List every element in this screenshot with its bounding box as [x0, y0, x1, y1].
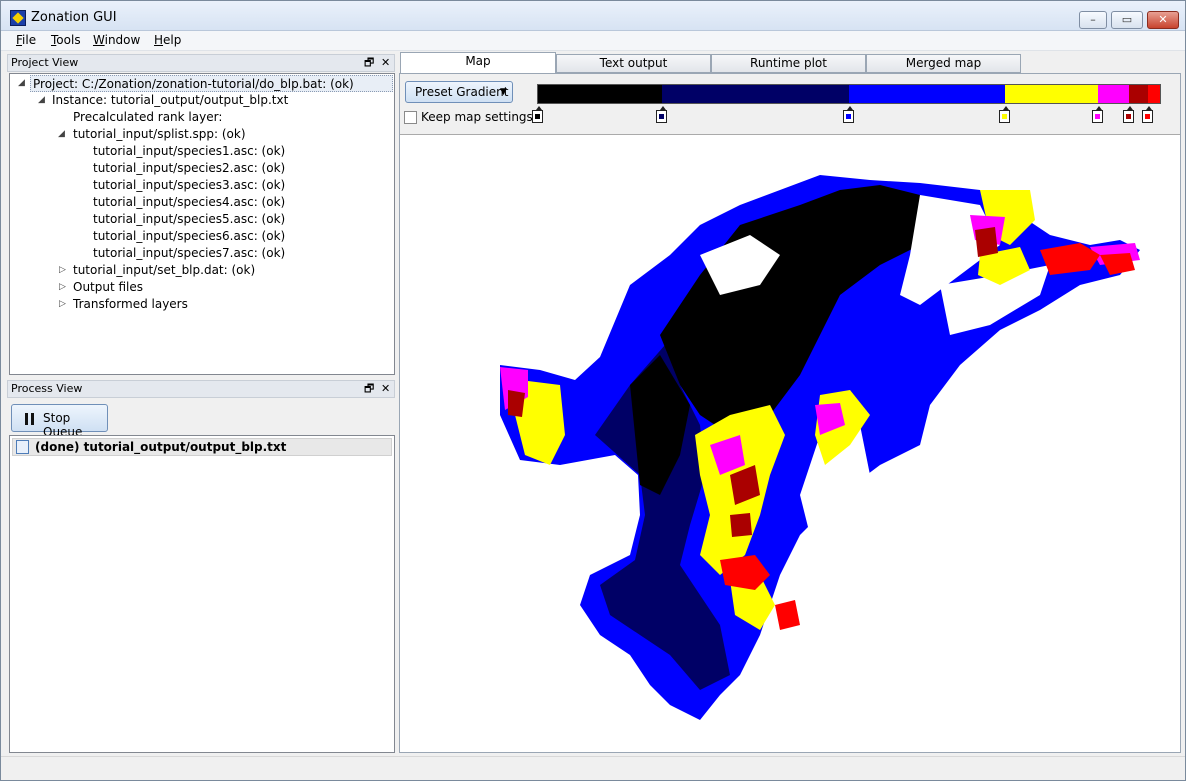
window-title: Zonation GUI	[31, 10, 117, 25]
gradient-segment	[662, 85, 849, 103]
gradient-stop-swatch	[1125, 114, 1131, 119]
gradient-segment	[1004, 85, 1098, 103]
keep-map-settings-checkbox[interactable]	[404, 111, 417, 124]
process-view-title: Process View	[11, 382, 83, 395]
map-region-darkred	[975, 227, 998, 257]
maximize-button[interactable]: ▭	[1111, 11, 1143, 29]
gradient-stop-swatch	[1001, 114, 1007, 119]
tree-item-species[interactable]: tutorial_input/species7.asc: (ok)	[93, 245, 285, 262]
app-window: Zonation GUI – ▭ ✕ File Tools Window Hel…	[0, 0, 1186, 781]
process-view-float-icon[interactable]: 🗗	[364, 381, 374, 397]
gradient-segment	[1147, 85, 1160, 103]
tab-text-output[interactable]: Text output	[556, 54, 711, 73]
process-view-close-icon[interactable]: ✕	[381, 381, 390, 397]
preset-gradient-button[interactable]: Preset Gradient ▼	[405, 81, 513, 103]
preset-gradient-label: Preset Gradient	[415, 85, 509, 99]
queue-item-label: (done) tutorial_output/output_blp.txt	[35, 440, 287, 454]
collapsed-arrow-icon[interactable]: ▷	[59, 296, 66, 313]
gradient-stop-handle[interactable]	[1122, 106, 1134, 123]
tab-merged-map[interactable]: Merged map	[866, 54, 1021, 73]
map-canvas[interactable]	[400, 134, 1180, 752]
expanded-arrow-icon[interactable]: ◢	[38, 92, 45, 109]
status-bar	[1, 756, 1185, 780]
gradient-stop-swatch	[1094, 114, 1100, 119]
process-view-header: Process View 🗗 ✕	[7, 380, 395, 398]
tree-item-species[interactable]: tutorial_input/species6.asc: (ok)	[93, 228, 285, 245]
rank-map-image	[500, 175, 1140, 720]
pause-icon	[25, 413, 28, 425]
project-view-float-icon[interactable]: 🗗	[364, 55, 374, 71]
queue-item[interactable]: (done) tutorial_output/output_blp.txt	[12, 438, 392, 456]
zonation-logo-icon	[10, 10, 26, 26]
collapsed-arrow-icon[interactable]: ▷	[59, 262, 66, 279]
gradient-stop-handle[interactable]	[532, 106, 543, 123]
color-gradient-bar[interactable]	[537, 84, 1161, 104]
tree-item-species[interactable]: tutorial_input/species2.asc: (ok)	[93, 160, 285, 177]
menu-tools[interactable]: Tools	[51, 33, 81, 47]
tree-item-project[interactable]: Project: C:/Zonation/zonation-tutorial/d…	[30, 75, 393, 92]
gradient-stop-swatch	[1144, 114, 1150, 119]
tree-item-splist[interactable]: tutorial_input/splist.spp: (ok)	[73, 126, 246, 143]
keep-map-settings-label: Keep map settings	[421, 110, 533, 124]
menu-help[interactable]: Help	[154, 33, 181, 47]
gradient-stop-handle[interactable]	[1141, 106, 1153, 123]
tab-runtime-plot[interactable]: Runtime plot	[711, 54, 866, 73]
map-region-darkred	[730, 513, 752, 537]
tree-item-species[interactable]: tutorial_input/species3.asc: (ok)	[93, 177, 285, 194]
gradient-stop-swatch	[846, 114, 851, 119]
expanded-arrow-icon[interactable]: ◢	[18, 75, 25, 92]
tab-map[interactable]: Map	[400, 52, 556, 74]
menu-file-label: ile	[22, 33, 37, 47]
map-region-darkred	[508, 390, 525, 417]
menu-window-accel: W	[93, 33, 105, 47]
minimize-button[interactable]: –	[1079, 11, 1107, 29]
gradient-stop-handle[interactable]	[998, 106, 1010, 123]
gradient-stop-handle[interactable]	[656, 106, 668, 123]
tree-item-set-file[interactable]: tutorial_input/set_blp.dat: (ok)	[73, 262, 255, 279]
project-view-header: Project View 🗗 ✕	[7, 54, 395, 72]
gradient-segment	[1128, 85, 1148, 103]
pause-icon-bar	[31, 413, 34, 425]
document-icon	[16, 440, 29, 454]
tree-item-transformed[interactable]: Transformed layers	[73, 296, 188, 313]
collapsed-arrow-icon[interactable]: ▷	[59, 279, 66, 296]
tree-item-species[interactable]: tutorial_input/species1.asc: (ok)	[93, 143, 285, 160]
tree-item-instance[interactable]: Instance: tutorial_output/output_blp.txt	[52, 92, 288, 109]
stop-queue-button[interactable]: Stop Queue	[11, 404, 108, 439]
process-queue-list	[9, 435, 395, 753]
title-bar: Zonation GUI – ▭ ✕	[1, 1, 1185, 31]
gradient-segment	[849, 85, 1005, 103]
gradient-stop-handle[interactable]	[843, 106, 854, 123]
menu-tools-label: ools	[56, 33, 81, 47]
project-view-title: Project View	[11, 56, 79, 69]
project-view-close-icon[interactable]: ✕	[381, 55, 390, 71]
gradient-stop-handle[interactable]	[1091, 106, 1103, 123]
menu-window-label: indow	[104, 33, 141, 47]
menu-file[interactable]: File	[16, 33, 36, 47]
tree-item-output-files[interactable]: Output files	[73, 279, 143, 296]
tree-item-project-label: Project: C:/Zonation/zonation-tutorial/d…	[33, 77, 354, 91]
tree-item-species[interactable]: tutorial_input/species5.asc: (ok)	[93, 211, 285, 228]
dropdown-arrow-icon: ▼	[500, 87, 507, 97]
close-window-button[interactable]: ✕	[1147, 11, 1179, 29]
gradient-segment	[1097, 85, 1129, 103]
gradient-segment	[538, 85, 663, 103]
gradient-stop-swatch	[659, 114, 665, 119]
menu-window[interactable]: Window	[93, 33, 140, 47]
tree-item-precalc[interactable]: Precalculated rank layer:	[73, 109, 222, 126]
map-region-red	[775, 600, 800, 630]
gradient-stop-swatch	[535, 114, 540, 119]
menu-help-label: elp	[163, 33, 182, 47]
menu-help-accel: H	[154, 33, 164, 47]
expanded-arrow-icon[interactable]: ◢	[58, 126, 65, 143]
tree-item-species[interactable]: tutorial_input/species4.asc: (ok)	[93, 194, 285, 211]
menu-bar: File Tools Window Help	[1, 31, 1185, 51]
